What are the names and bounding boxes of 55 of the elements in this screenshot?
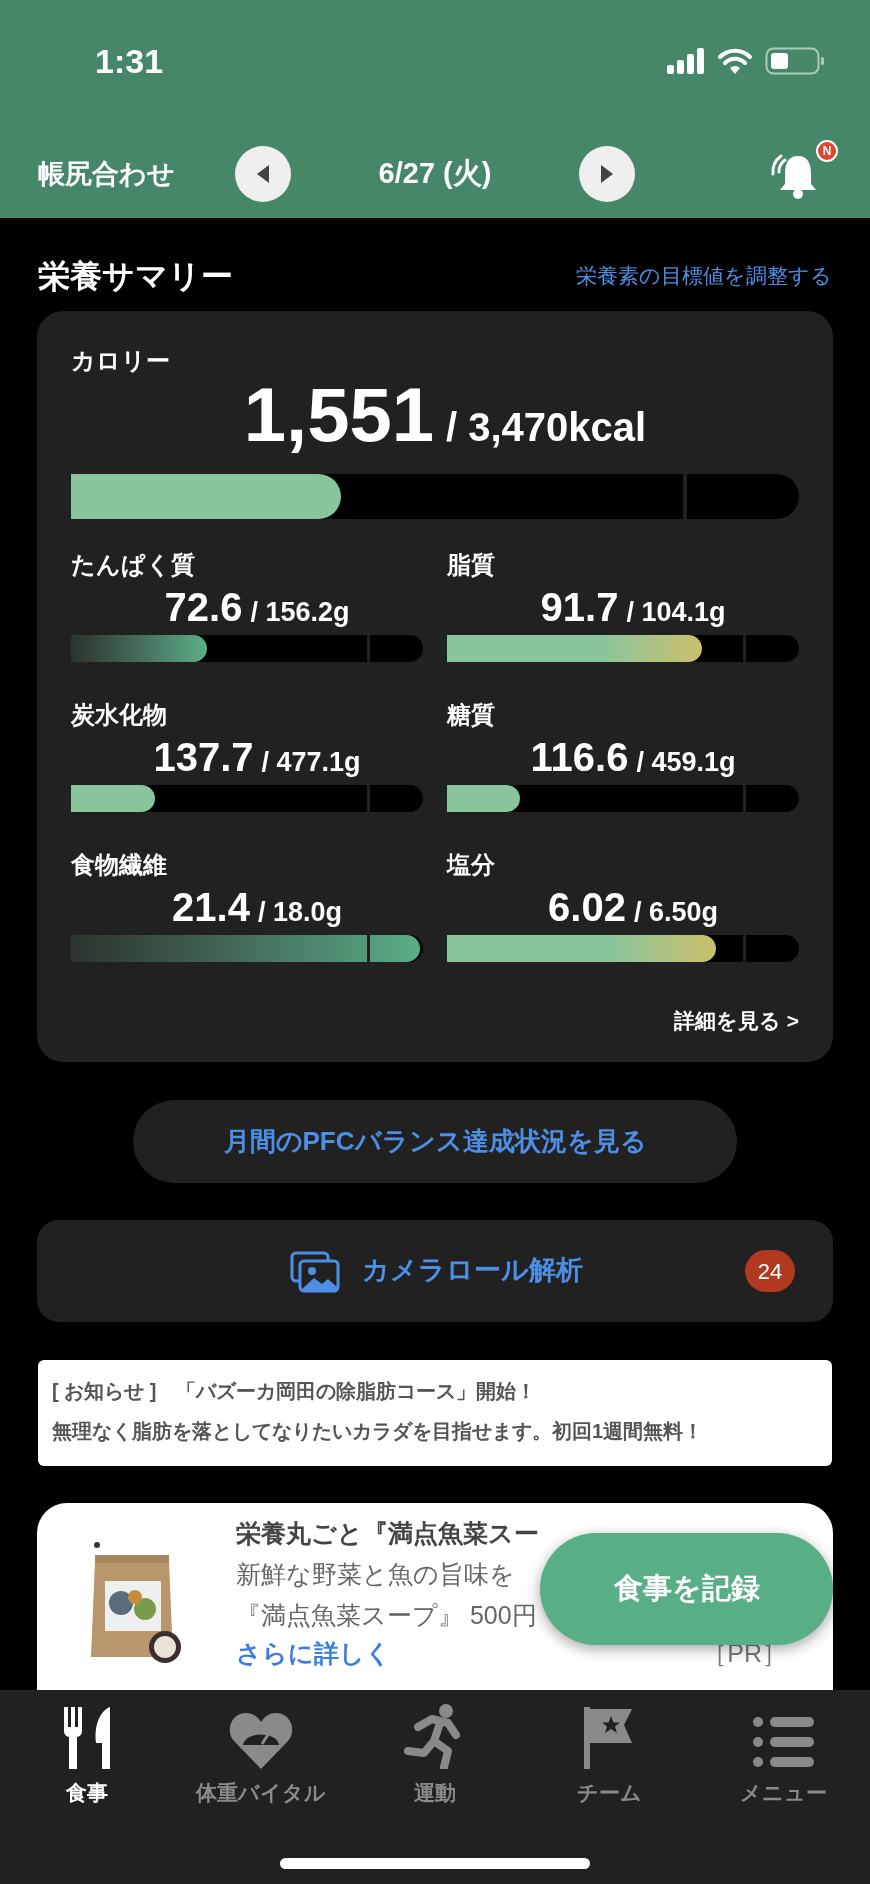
nutrient-label: 塩分 bbox=[447, 850, 496, 880]
battery-icon bbox=[765, 47, 825, 75]
nutrient-target: / 459.1g bbox=[636, 749, 736, 776]
fork-knife-icon bbox=[62, 1706, 112, 1769]
heart-gauge-icon bbox=[229, 1710, 293, 1769]
signal-icon bbox=[667, 48, 705, 74]
tab-bar-item[interactable]: メニュー bbox=[696, 1690, 870, 1808]
caret-right-icon bbox=[600, 164, 614, 184]
nutrient-value: 116.6 bbox=[530, 737, 629, 777]
nutrient-value: 137.7 bbox=[153, 737, 254, 777]
nutrient-label: たんぱく質 bbox=[71, 550, 196, 580]
flag-star-icon bbox=[584, 1706, 634, 1769]
tab-bar-item[interactable]: 体重バイタル bbox=[174, 1690, 348, 1808]
next-date-button[interactable] bbox=[579, 146, 635, 202]
nutrient-label: 脂質 bbox=[447, 550, 496, 580]
photos-icon bbox=[290, 1251, 340, 1293]
details-link[interactable]: 詳細を見る > bbox=[673, 1005, 799, 1037]
nutrient-value: 21.4 bbox=[172, 887, 250, 927]
nutrient-label: 糖質 bbox=[447, 700, 496, 730]
nutrient-label: 食物繊維 bbox=[71, 850, 168, 880]
menu-icon bbox=[752, 1714, 814, 1769]
notification-badge: N bbox=[816, 140, 838, 162]
caret-left-icon bbox=[256, 164, 270, 184]
calorie-label: カロリー bbox=[71, 346, 171, 376]
adjust-targets-link[interactable]: 栄養素の目標値を調整する bbox=[576, 259, 832, 292]
count-badge: 24 bbox=[745, 1250, 795, 1292]
previous-date-button[interactable] bbox=[235, 146, 291, 202]
status-time: 1:31 bbox=[95, 40, 164, 82]
nutrient-value: 72.6 bbox=[164, 587, 243, 627]
nutrient-target: / 477.1g bbox=[261, 749, 361, 776]
wifi-icon bbox=[717, 48, 753, 74]
tab-bar-item[interactable]: チーム bbox=[522, 1690, 696, 1808]
date-label: 6/27 (火) bbox=[377, 156, 493, 192]
nutrient-target: / 18.0g bbox=[257, 899, 342, 926]
calorie-target: / 3,470kcal bbox=[446, 407, 647, 447]
section-title: 栄養サマリー bbox=[38, 256, 233, 296]
notice-text: 無理なく脂肪を落としてなりたいカラダを目指せます。初回1週間無料！ bbox=[52, 1419, 705, 1444]
page-title: 帳尻合わせ bbox=[38, 157, 176, 191]
tab-bar-item[interactable]: 運動 bbox=[348, 1690, 522, 1808]
ad-text: 『満点魚菜スープ』 500円 bbox=[236, 1600, 537, 1631]
ad-text: 新鮮な野菜と魚の旨味を bbox=[236, 1559, 515, 1590]
nutrient-value: 6.02 bbox=[548, 887, 626, 927]
nutrient-target: / 104.1g bbox=[626, 599, 726, 626]
notice-text: [ お知らせ ] 「バズーカ岡田の除脂肪コース」開始！ bbox=[52, 1379, 538, 1404]
nutrient-value: 91.7 bbox=[540, 587, 619, 627]
camera-roll-button[interactable]: カメラロール解析 24 bbox=[37, 1220, 833, 1322]
calorie-value: 1,551 bbox=[243, 377, 434, 453]
tab-bar-item[interactable]: 食事 bbox=[0, 1690, 174, 1808]
nutrient-target: / 156.2g bbox=[250, 599, 350, 626]
nutrient-label: 炭水化物 bbox=[71, 700, 168, 730]
ad-title: 栄養丸ごと『満点魚菜スー bbox=[236, 1518, 539, 1549]
record-meal-button[interactable]: 食事を記録 bbox=[540, 1533, 833, 1645]
more-details-link[interactable]: さらに詳しく bbox=[236, 1638, 391, 1669]
pfc-balance-button[interactable]: 月間のPFCバランス達成状況を見る bbox=[133, 1100, 737, 1183]
nutrient-target: / 6.50g bbox=[633, 899, 718, 926]
